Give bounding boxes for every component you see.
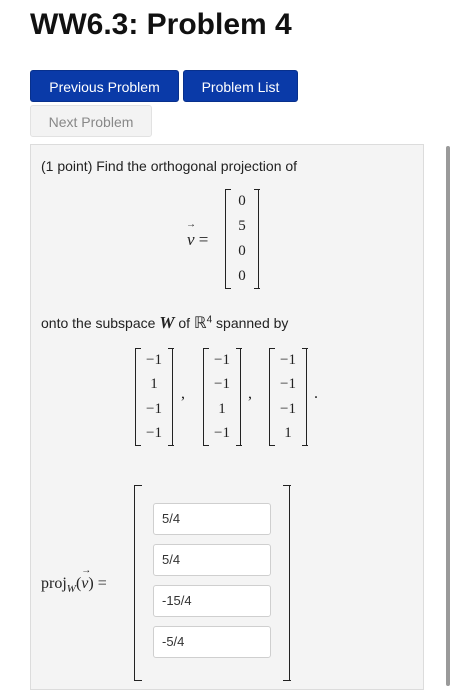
period: . [314, 385, 318, 402]
problem-list-button[interactable]: Problem List [183, 70, 298, 102]
problem-panel: (1 point) Find the orthogonal projection… [30, 144, 424, 690]
basis-vector-3: −1 −1 −1 1 [268, 348, 308, 446]
answer-input-3[interactable]: -15/4 [153, 585, 271, 617]
answer-input-4[interactable]: -5/4 [153, 626, 271, 658]
proj-vector-v: → v [81, 565, 92, 592]
projection-label: projW(→ v) = [41, 565, 107, 596]
subspace-suffix: spanned by [216, 315, 289, 331]
next-problem-button: Next Problem [30, 105, 152, 137]
basis-vector-1: −1 1 −1 −1 [134, 348, 174, 446]
previous-problem-button[interactable]: Previous Problem [30, 70, 179, 102]
subspace-of: of [178, 315, 191, 331]
comma: , [248, 385, 252, 402]
comma: , [181, 385, 185, 402]
projection-answer-matrix: 5/4 5/4 -15/4 -5/4 [133, 485, 291, 681]
proj-subscript: W [66, 583, 76, 596]
subspace-text: onto the subspace W of ℝ4 spanned by [41, 313, 288, 333]
page-title: WW6.3: Problem 4 [30, 8, 292, 41]
answer-input-2[interactable]: 5/4 [153, 544, 271, 576]
subspace-var: W [159, 313, 175, 332]
vector-v-label: v = [186, 219, 208, 250]
proj-text: proj [41, 575, 67, 592]
problem-prompt: (1 point) Find the orthogonal projection… [41, 158, 298, 174]
basis-vector-2: −1 −1 1 −1 [202, 348, 242, 446]
answer-input-1[interactable]: 5/4 [153, 503, 271, 535]
vector-v-matrix: 0 5 0 0 [224, 189, 260, 289]
scrollbar[interactable] [446, 146, 450, 686]
space-symbol: ℝ [193, 315, 207, 332]
subspace-prefix: onto the subspace [41, 315, 156, 331]
space-dim: 4 [206, 314, 213, 326]
